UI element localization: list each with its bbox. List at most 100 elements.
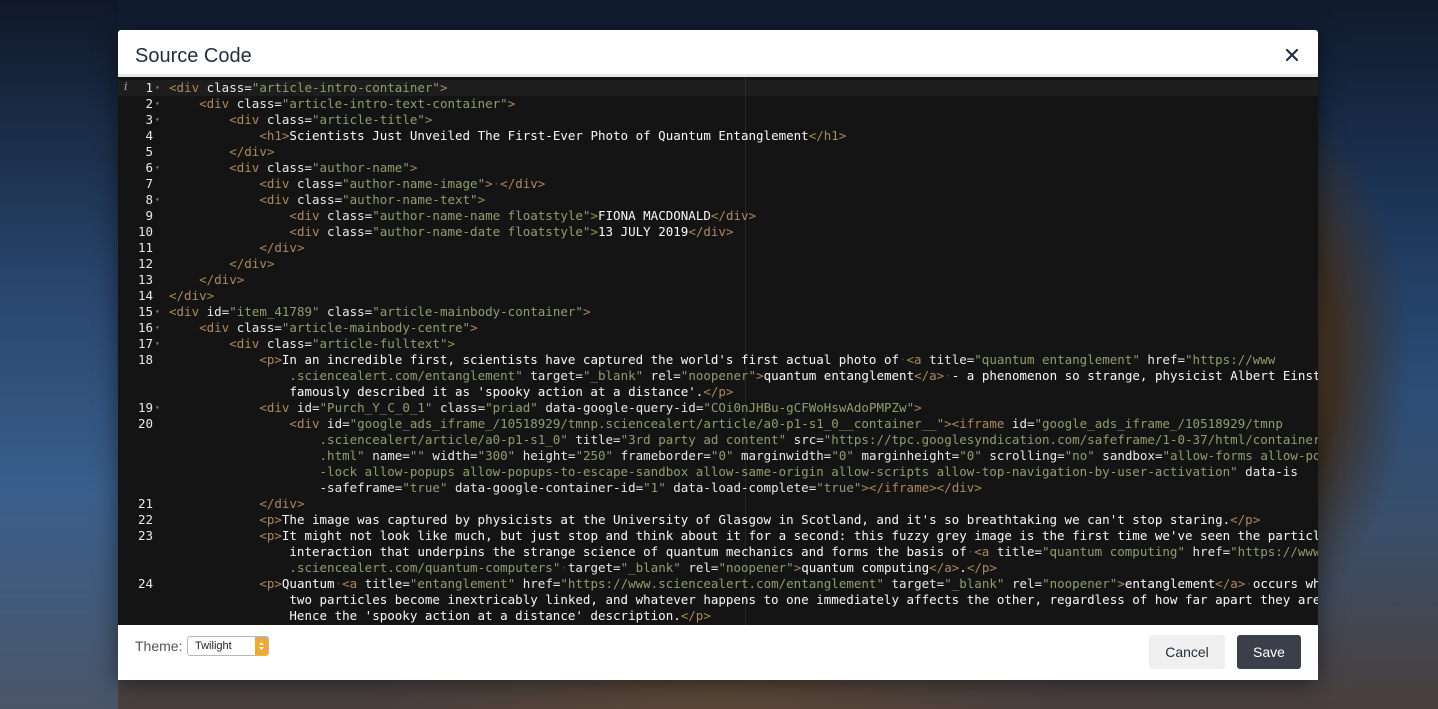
code-line[interactable]: 10 <div class="author-name-date floatsty… — [118, 224, 1318, 240]
code-line[interactable]: 24 <p>Quantum·<a title="entanglement" hr… — [118, 576, 1318, 592]
code-line[interactable]: 4 <h1>Scientists Just Unveiled The First… — [118, 128, 1318, 144]
code-line[interactable]: 2 ▾ <div class="article-intro-text-contai… — [118, 96, 1318, 112]
code-text: </div> — [169, 272, 244, 288]
code-line[interactable]: 12 </div> — [118, 256, 1318, 272]
code-token: data-google-container-id= — [447, 480, 644, 495]
code-line[interactable]: 19 ▾ <div id="Purch_Y_C_0_1" class="priad… — [118, 400, 1318, 416]
fold-toggle-icon[interactable]: ▾ — [155, 80, 160, 96]
code-text: <p>It might not look like much, but just… — [169, 528, 1318, 544]
line-number: 1 — [145, 80, 153, 95]
code-line[interactable]: two particles become inextricably linked… — [118, 592, 1318, 608]
line-number: 6 — [145, 160, 153, 175]
fold-toggle-icon[interactable]: ▾ — [155, 112, 160, 128]
code-token: "entanglement" — [409, 576, 516, 591]
line-number: 13 — [137, 272, 153, 287]
code-token: data-load-complete= — [665, 480, 817, 495]
code-token: rel= — [680, 560, 719, 575]
code-line[interactable]: 14 </div> — [118, 288, 1318, 304]
code-token: > — [447, 336, 456, 351]
code-line[interactable]: 15 ▾ <div id="item_41789" class="article-m… — [118, 304, 1318, 320]
code-token: </h1> — [808, 128, 847, 143]
code-token: "COi0nJHBu-gCFWoHswAdoPMPZw" — [703, 400, 915, 415]
code-token: target= — [567, 560, 621, 575]
code-line[interactable]: .sciencealert.com/quantum-computers"·tar… — [118, 560, 1318, 576]
code-token: "author-name-image" — [342, 176, 486, 191]
code-token: <a — [906, 352, 922, 367]
code-token: entanglement — [1124, 576, 1216, 591]
code-line[interactable]: 23 <p>It might not look like much, but j… — [118, 528, 1318, 544]
code-text: Hence the 'spooky action at a distance' … — [169, 608, 710, 624]
code-line[interactable]: 21 </div> — [118, 496, 1318, 512]
code-token: title= — [989, 544, 1042, 559]
code-token: "0" — [710, 448, 734, 463]
code-line[interactable]: -lock allow-popups allow-popups-to-escap… — [118, 464, 1318, 480]
code-text: <p>In an incredible first, scientists ha… — [169, 352, 1275, 368]
code-text: </div> — [169, 256, 274, 272]
code-line[interactable]: 1 ▾ <div class="article-intro-container"> — [118, 80, 1318, 96]
code-line[interactable]: 17 ▾ <div class="article-fulltext"> — [118, 336, 1318, 352]
code-text: <p>Quantum·<a title="entanglement" href=… — [169, 576, 1318, 592]
code-token: class= — [259, 160, 313, 175]
code-editor[interactable]: i 1 ▾ <div class="article-intro-container"… — [118, 74, 1318, 625]
fold-toggle-icon[interactable]: ▾ — [155, 320, 160, 336]
fold-toggle-icon[interactable]: ▾ — [155, 400, 160, 416]
code-line[interactable]: .sciencealert/article/a0-p1-s1_0" title=… — [118, 432, 1318, 448]
fold-toggle-icon[interactable]: ▾ — [155, 160, 160, 176]
code-text: <div id="Purch_Y_C_0_1" class="priad" da… — [169, 400, 921, 416]
code-token: ><iframe — [944, 416, 1005, 431]
code-text: <div class="article-mainbody-centre"> — [169, 320, 477, 336]
code-line[interactable]: 20 <div id="google_ads_iframe_/10518929/… — [118, 416, 1318, 432]
code-line[interactable]: 22 <p>The image was captured by physicis… — [118, 512, 1318, 528]
code-line[interactable]: Hence the 'spooky action at a distance' … — [118, 608, 1318, 624]
fold-toggle-icon[interactable]: ▾ — [155, 96, 160, 112]
code-line[interactable]: -safeframe="true" data-google-container-… — [118, 480, 1318, 496]
code-line[interactable]: 7 <div class="author-name-image">·</div> — [118, 176, 1318, 192]
code-token: > — [1117, 576, 1125, 591]
code-line[interactable]: 18 <p>In an incredible first, scientists… — [118, 352, 1318, 368]
fold-toggle-icon[interactable]: ▾ — [155, 192, 160, 208]
code-token: <div — [289, 224, 320, 239]
code-token: "priad" — [485, 400, 538, 415]
code-line[interactable]: 8 ▾ <div class="author-name-text"> — [118, 192, 1318, 208]
code-token: marginheight= — [853, 448, 960, 463]
code-text: <div class="author-name-name floatstyle"… — [169, 208, 756, 224]
code-token: "article-intro-text-container" — [281, 96, 508, 111]
code-token: <a — [342, 576, 358, 591]
code-line[interactable]: famously described it as 'spooky action … — [118, 384, 1318, 400]
code-line[interactable]: 11 </div> — [118, 240, 1318, 256]
code-token: title= — [357, 576, 410, 591]
code-text: -lock allow-popups allow-popups-to-escap… — [169, 464, 1298, 480]
line-number: 10 — [137, 224, 153, 239]
code-token: </p> — [703, 384, 734, 399]
code-token: "https://www — [1185, 352, 1276, 367]
code-line[interactable]: 6 ▾ <div class="author-name"> — [118, 160, 1318, 176]
cancel-button[interactable]: Cancel — [1149, 635, 1225, 669]
save-button[interactable]: Save — [1237, 635, 1301, 669]
code-token: class= — [229, 96, 282, 111]
code-text: <div class="author-name-date floatstyle"… — [169, 224, 733, 240]
code-token: The image was captured by physicists at … — [281, 512, 1231, 527]
code-token: <div — [199, 320, 230, 335]
code-token: <div — [289, 416, 320, 431]
code-line[interactable]: 13 </div> — [118, 272, 1318, 288]
code-line[interactable]: 5 </div> — [118, 144, 1318, 160]
close-button[interactable] — [1280, 43, 1304, 67]
fold-toggle-icon[interactable]: ▾ — [155, 304, 160, 320]
code-token: "noopener" — [718, 560, 794, 575]
code-line[interactable]: 9 <div class="author-name-name floatstyl… — [118, 208, 1318, 224]
code-line[interactable]: .sciencealert.com/entanglement" target="… — [118, 368, 1318, 384]
code-line[interactable]: .html" name="" width="300" height="250" … — [118, 448, 1318, 464]
code-text: <div class="article-intro-text-container… — [169, 96, 515, 112]
code-line[interactable]: 16 ▾ <div class="article-mainbody-centre"… — [118, 320, 1318, 336]
theme-select[interactable]: Twilight — [187, 636, 269, 656]
fold-toggle-icon[interactable]: ▾ — [155, 336, 160, 352]
code-token: </div> — [259, 240, 305, 255]
code-line[interactable]: interaction that underpins the strange s… — [118, 544, 1318, 560]
code-line[interactable]: 3 ▾ <div class="article-title"> — [118, 112, 1318, 128]
